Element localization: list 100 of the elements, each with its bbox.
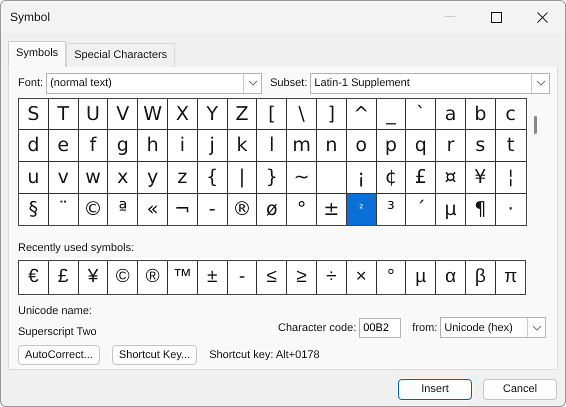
symbol-cell[interactable]: h <box>138 130 168 162</box>
symbol-cell[interactable]: ° <box>287 194 317 226</box>
symbol-cell[interactable]: m <box>287 130 317 162</box>
recent-symbol-cell[interactable]: ™ <box>168 260 198 294</box>
symbol-cell[interactable]: } <box>257 162 288 194</box>
symbol-cell[interactable]: © <box>78 194 108 226</box>
symbol-cell[interactable]: | <box>228 162 258 194</box>
character-code-label: Character code: <box>278 320 356 336</box>
tab[interactable]: Special Characters <box>66 43 176 66</box>
symbol-cell[interactable]: _ <box>376 98 406 130</box>
symbol-cell[interactable]: r <box>436 130 466 162</box>
recent-symbol-cell[interactable]: × <box>346 260 377 294</box>
symbol-cell[interactable]: ø <box>257 194 288 226</box>
dialog-button[interactable]: Shortcut Key... <box>112 344 198 365</box>
recent-symbol-cell[interactable]: - <box>228 260 258 294</box>
symbol-cell[interactable]: x <box>108 162 138 194</box>
symbol-cell[interactable]: i <box>168 130 198 162</box>
symbol-cell[interactable]: [ <box>257 98 288 130</box>
recent-symbol-cell[interactable]: ≥ <box>287 260 317 294</box>
dialog-button[interactable]: Cancel <box>483 378 557 400</box>
recent-symbol-cell[interactable]: € <box>19 260 49 294</box>
recent-symbol-cell[interactable]: £ <box>48 260 79 294</box>
symbol-cell[interactable]: f <box>78 130 108 162</box>
symbol-cell[interactable]: X <box>168 98 198 130</box>
symbol-cell[interactable]: T <box>48 98 79 130</box>
symbol-cell[interactable]: j <box>198 130 228 162</box>
symbol-cell[interactable]: e <box>48 130 79 162</box>
symbol-cell[interactable] <box>316 162 347 194</box>
recent-symbol-cell[interactable]: π <box>496 260 526 294</box>
symbol-cell[interactable]: S <box>19 98 49 130</box>
symbol-cell[interactable]: ¤ <box>436 162 466 194</box>
chevron-down-icon <box>248 80 258 86</box>
symbol-cell[interactable]: - <box>198 194 228 226</box>
recent-symbol-cell[interactable]: α <box>436 260 466 294</box>
symbol-cell[interactable]: ³ <box>376 194 406 226</box>
symbol-cell[interactable]: Z <box>228 98 258 130</box>
symbol-cell[interactable]: ¬ <box>168 194 198 226</box>
symbol-cell[interactable]: w <box>78 162 108 194</box>
symbol-cell[interactable]: · <box>496 194 526 226</box>
symbol-cell[interactable]: g <box>108 130 138 162</box>
character-code-field[interactable]: 00B2 <box>359 318 402 338</box>
recent-symbol-cell[interactable]: β <box>466 260 496 294</box>
symbol-cell[interactable]: V <box>108 98 138 130</box>
symbol-cell[interactable]: ¢ <box>376 162 406 194</box>
symbol-cell[interactable]: z <box>168 162 198 194</box>
from-label: from: <box>412 320 438 336</box>
symbol-cell[interactable]: t <box>496 130 526 162</box>
symbol-cell[interactable]: d <box>19 130 49 162</box>
symbol-cell[interactable]: n <box>316 130 347 162</box>
symbol-cell[interactable]: « <box>138 194 168 226</box>
recent-symbol-cell[interactable]: ® <box>138 260 168 294</box>
symbol-cell[interactable]: ® <box>228 194 258 226</box>
subset-dropdown[interactable]: Latin-1 Supplement <box>310 72 550 94</box>
symbol-cell[interactable]: Y <box>198 98 228 130</box>
symbol-cell[interactable]: u <box>19 162 49 194</box>
symbol-cell[interactable]: ] <box>316 98 347 130</box>
symbol-cell[interactable]: § <box>19 194 49 226</box>
symbol-cell[interactable]: l <box>257 130 288 162</box>
symbol-cell[interactable]: U <box>78 98 108 130</box>
symbol-cell[interactable]: \ <box>287 98 317 130</box>
recent-symbol-cell[interactable]: ± <box>198 260 228 294</box>
symbol-cell[interactable]: W <box>138 98 168 130</box>
symbol-cell[interactable]: ^ <box>346 98 377 130</box>
scrollbar-thumb[interactable] <box>534 116 537 134</box>
symbol-cell[interactable]: µ <box>436 194 466 226</box>
symbol-cell[interactable]: a <box>436 98 466 130</box>
recent-symbol-cell[interactable]: ° <box>376 260 406 294</box>
symbol-cell[interactable]: b <box>466 98 496 130</box>
symbol-cell[interactable]: ´ <box>406 194 436 226</box>
symbol-cell[interactable]: s <box>466 130 496 162</box>
font-label: Font: <box>18 76 44 91</box>
recent-symbol-cell[interactable]: © <box>108 260 138 294</box>
chevron-down-icon <box>532 324 542 331</box>
symbol-cell[interactable]: ~ <box>287 162 317 194</box>
recent-symbol-cell[interactable]: ≤ <box>257 260 288 294</box>
symbol-cell[interactable]: ¨ <box>48 194 79 226</box>
symbol-cell[interactable]: ² <box>346 194 377 226</box>
symbol-cell[interactable]: c <box>496 98 526 130</box>
tab[interactable]: Symbols <box>8 41 66 66</box>
recent-symbol-cell[interactable]: ¥ <box>78 260 108 294</box>
symbol-cell[interactable]: k <box>228 130 258 162</box>
symbol-cell[interactable]: { <box>198 162 228 194</box>
recent-symbol-cell[interactable]: ÷ <box>316 260 347 294</box>
symbol-cell[interactable]: £ <box>406 162 436 194</box>
symbol-cell[interactable]: v <box>48 162 79 194</box>
symbol-cell[interactable]: ¦ <box>496 162 526 194</box>
symbol-cell[interactable]: ª <box>108 194 138 226</box>
symbol-cell[interactable]: ` <box>406 98 436 130</box>
symbol-cell[interactable]: p <box>376 130 406 162</box>
from-dropdown[interactable]: Unicode (hex) <box>440 317 546 338</box>
symbol-cell[interactable]: y <box>138 162 168 194</box>
symbol-cell[interactable]: ¶ <box>466 194 496 226</box>
symbol-cell[interactable]: o <box>346 130 377 162</box>
recent-symbol-cell[interactable]: µ <box>406 260 436 294</box>
dialog-button[interactable]: AutoCorrect... <box>18 344 100 365</box>
symbol-cell[interactable]: q <box>406 130 436 162</box>
close-icon <box>536 12 548 22</box>
font-dropdown[interactable]: (normal text) <box>46 72 262 94</box>
symbol-cell[interactable]: ¥ <box>466 162 496 194</box>
dialog-button[interactable]: Insert <box>398 378 472 400</box>
